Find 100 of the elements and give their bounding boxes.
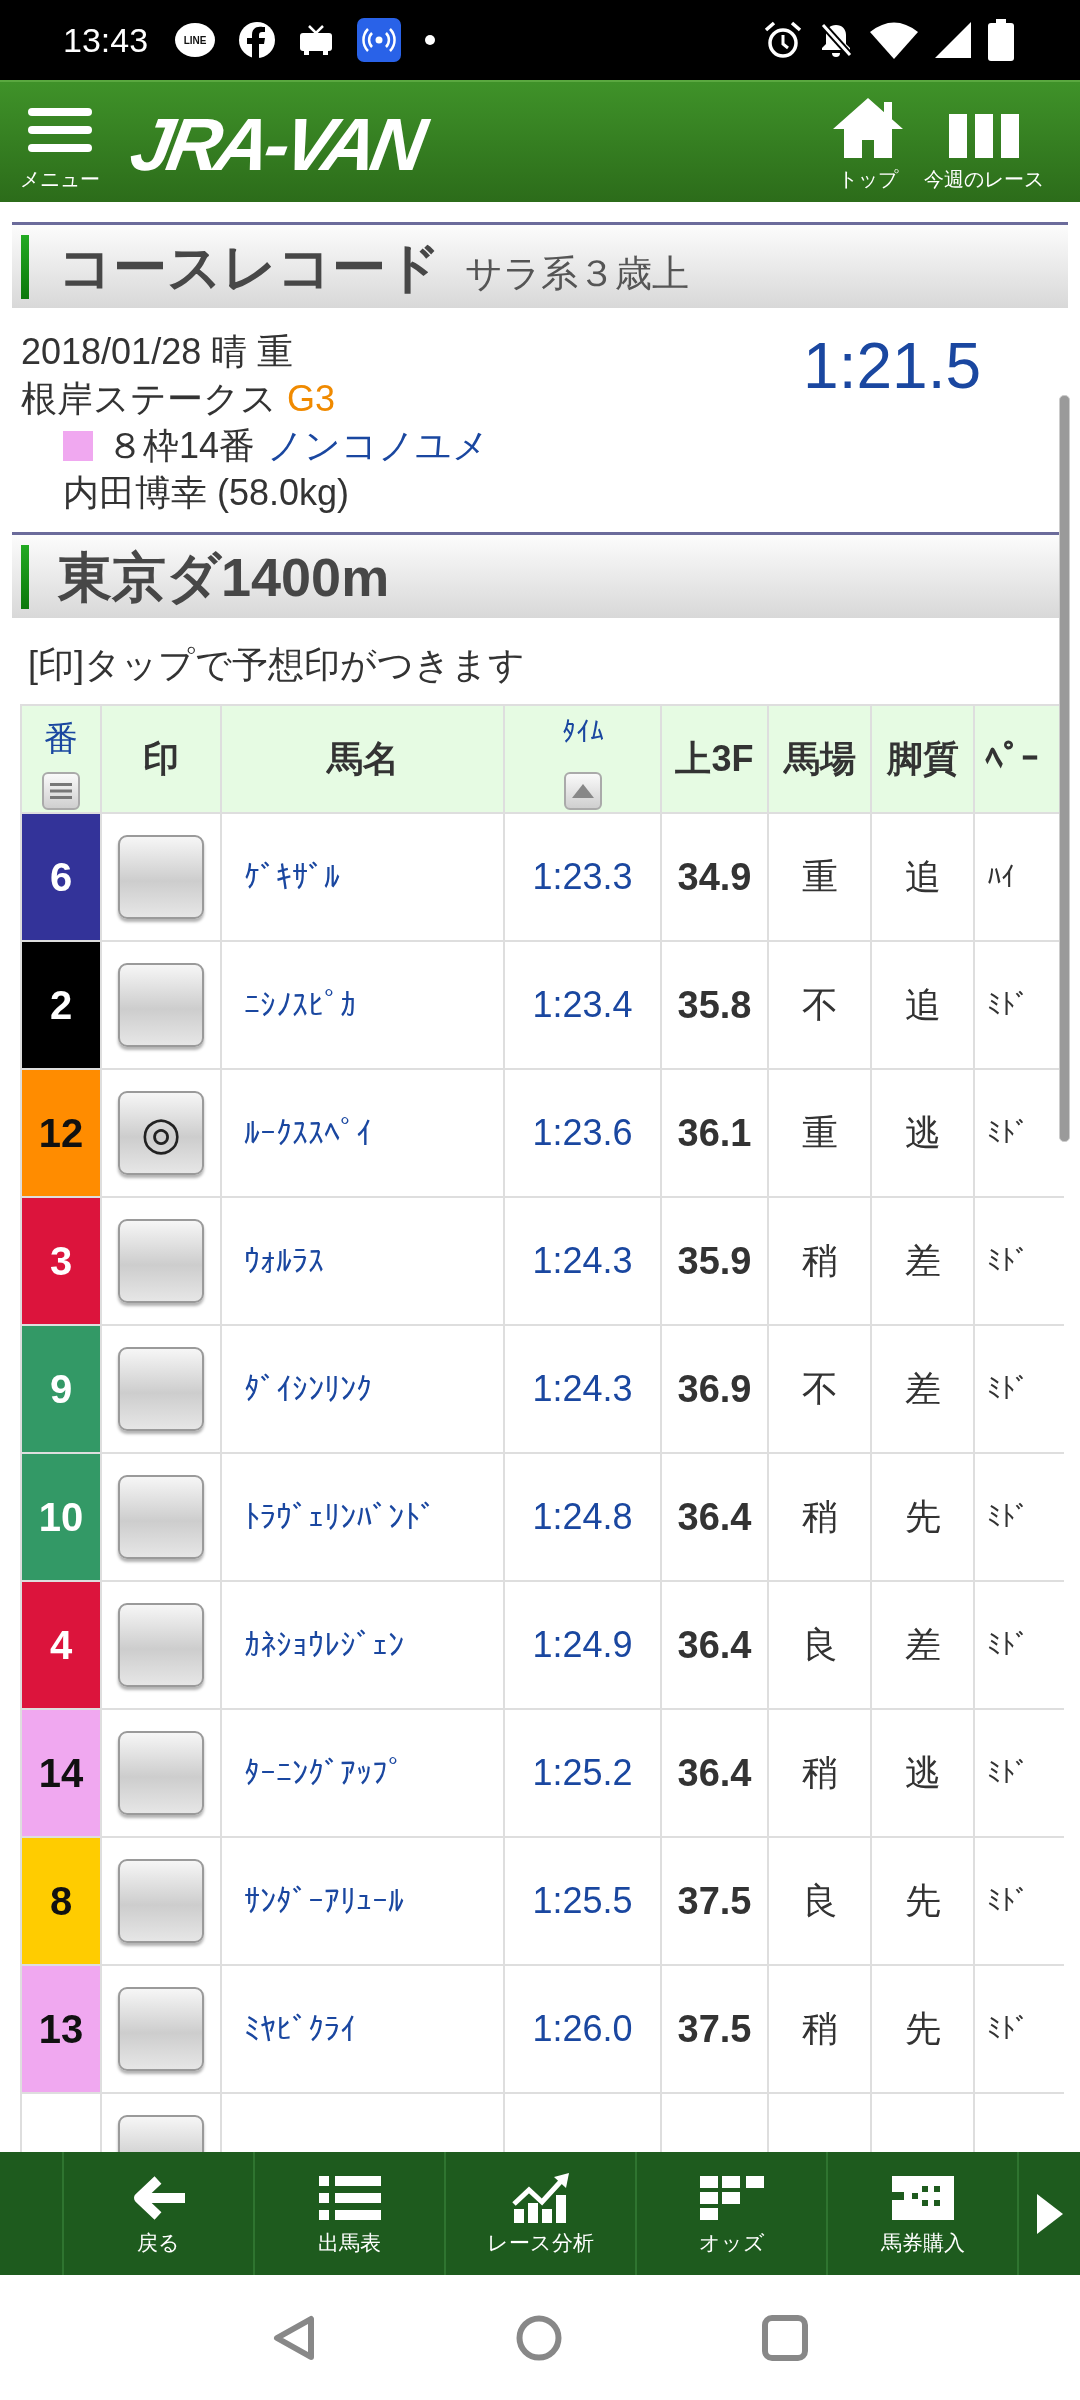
horse-name-link[interactable]: ﾄﾗｳﾞｪﾘﾝﾊﾞﾝﾄﾞ bbox=[244, 1498, 436, 1536]
table-cell: 37.5 bbox=[662, 1838, 769, 1966]
race-name: 根岸ステークス bbox=[21, 377, 277, 421]
horse-number-cell: 10 bbox=[22, 1454, 102, 1582]
race-time-link[interactable]: 1:26.0 bbox=[532, 2008, 633, 2050]
race-time-link[interactable]: 1:24.3 bbox=[532, 1240, 633, 1282]
table-cell: 良 bbox=[769, 1838, 872, 1966]
horse-name-link[interactable]: ｹﾞｷｻﾞﾙ bbox=[244, 858, 340, 896]
race-time-link[interactable]: 1:23.3 bbox=[532, 856, 633, 898]
top-button[interactable]: トップ bbox=[822, 82, 914, 202]
chart-icon bbox=[511, 2172, 570, 2223]
column-header: 馬場 bbox=[783, 737, 856, 781]
column-header: 馬名 bbox=[326, 737, 399, 781]
grade-label: G3 bbox=[287, 377, 336, 421]
race-time-link[interactable]: 1:23.6 bbox=[532, 1112, 633, 1154]
tv-icon bbox=[299, 25, 334, 55]
horse-name-link[interactable]: ｻﾝﾀﾞｰｱﾘｭｰﾙ bbox=[244, 1882, 404, 1920]
table-cell: 稍 bbox=[769, 1454, 872, 1582]
right-triangle-icon bbox=[1036, 2193, 1063, 2234]
column-menu-button[interactable] bbox=[42, 772, 80, 810]
battery-icon bbox=[988, 19, 1014, 61]
mark-button[interactable] bbox=[118, 1731, 204, 1815]
section-subtitle: サラ系３歳上 bbox=[465, 251, 689, 296]
ticket-icon bbox=[891, 2175, 954, 2220]
table-cell: 逃 bbox=[872, 1070, 975, 1198]
column-header: 上3F bbox=[675, 737, 754, 781]
table-cell: 先 bbox=[872, 1454, 975, 1582]
column-header[interactable]: 番 bbox=[44, 716, 78, 760]
horse-name-link[interactable]: ｶﾈｼｮｳﾚｼﾞｪﾝ bbox=[244, 1626, 404, 1664]
table-cell: ﾐﾄﾞ bbox=[975, 1198, 1064, 1326]
table-cell: 先 bbox=[872, 1966, 975, 2094]
horse-name-link[interactable]: ﾀﾞｲｼﾝﾘﾝｸ bbox=[244, 1370, 372, 1408]
table-cell: 稍 bbox=[769, 1198, 872, 1326]
mark-button[interactable] bbox=[118, 1987, 204, 2071]
horse-number-cell: 13 bbox=[22, 1966, 102, 2094]
mark-button[interactable] bbox=[118, 1859, 204, 1943]
table-cell: 逃 bbox=[872, 1710, 975, 1838]
table-cell: ﾐﾄﾞ bbox=[975, 1582, 1064, 1710]
menu-icon bbox=[50, 783, 72, 799]
table-cell: ﾐﾄﾞ bbox=[975, 1454, 1064, 1582]
table-cell: 不 bbox=[769, 1326, 872, 1454]
race-time-link[interactable]: 1:25.5 bbox=[532, 1880, 633, 1922]
hint-text: [印]タップで予想印がつきます bbox=[28, 643, 525, 687]
recents-square-icon[interactable] bbox=[762, 2314, 808, 2361]
mark-button[interactable] bbox=[118, 1219, 204, 1303]
horse-name-link[interactable]: ﾐﾔﾋﾞｸﾗｲ bbox=[244, 2010, 356, 2048]
mark-button[interactable] bbox=[118, 835, 204, 919]
mark-button[interactable]: ◎ bbox=[118, 1091, 204, 1175]
horse-number-cell: 6 bbox=[22, 814, 102, 942]
menu-icon bbox=[28, 108, 92, 152]
table-cell: ﾐﾄﾞ bbox=[975, 1710, 1064, 1838]
table-cell: 追 bbox=[872, 942, 975, 1070]
race-time-link[interactable]: 1:24.8 bbox=[532, 1496, 633, 1538]
mark-button[interactable] bbox=[118, 963, 204, 1047]
home-circle-icon[interactable] bbox=[516, 2314, 562, 2361]
column-header: 印 bbox=[143, 737, 179, 781]
table-cell: 差 bbox=[872, 1198, 975, 1326]
home-icon bbox=[832, 96, 904, 158]
alarm-clock-icon bbox=[764, 21, 802, 59]
table-cell: 36.9 bbox=[662, 1326, 769, 1454]
table-cell: 差 bbox=[872, 1582, 975, 1710]
mark-button[interactable] bbox=[118, 1603, 204, 1687]
race-time-link[interactable]: 1:25.2 bbox=[532, 1752, 633, 1794]
horse-name-link[interactable]: ﾙｰｸｽｽﾍﾟｲ bbox=[244, 1114, 372, 1152]
horse-name-link[interactable]: ﾆｼﾉｽﾋﾟｶ bbox=[244, 986, 356, 1024]
table-cell: ﾐﾄﾞ bbox=[975, 1966, 1064, 2094]
mark-button[interactable] bbox=[118, 1475, 204, 1559]
horse-number-cell: 9 bbox=[22, 1326, 102, 1454]
clock-time: 13:43 bbox=[63, 20, 149, 60]
frame-number: ８枠14番 bbox=[107, 424, 256, 468]
bell-off-icon bbox=[819, 22, 853, 58]
race-time-link[interactable]: 1:24.3 bbox=[532, 1368, 633, 1410]
section-title: 東京ダ1400m bbox=[58, 545, 390, 609]
broadcast-icon bbox=[357, 18, 402, 62]
back-icon[interactable] bbox=[272, 2313, 316, 2362]
menu-button[interactable]: メニュー bbox=[14, 82, 106, 202]
table-cell: 先 bbox=[872, 1838, 975, 1966]
table-cell: 36.1 bbox=[662, 1070, 769, 1198]
race-time-link[interactable]: 1:23.4 bbox=[532, 984, 633, 1026]
horse-number-cell: 3 bbox=[22, 1198, 102, 1326]
accent-bar bbox=[21, 234, 29, 299]
table-cell: 重 bbox=[769, 814, 872, 942]
horse-name-link[interactable]: ｳｫﾙﾗｽ bbox=[244, 1242, 324, 1280]
table-cell: 36.4 bbox=[662, 1582, 769, 1710]
table-cell: 重 bbox=[769, 1070, 872, 1198]
record-time: 1:21.5 bbox=[803, 334, 981, 398]
horse-name-link[interactable]: ﾀｰﾆﾝｸﾞｱｯﾌﾟ bbox=[244, 1754, 404, 1792]
column-header[interactable]: ﾀｲﾑ bbox=[561, 710, 604, 754]
sort-button[interactable] bbox=[563, 772, 602, 810]
horse-name-link[interactable]: ノンコノユメ bbox=[267, 422, 490, 469]
horse-number-cell: 8 bbox=[22, 1838, 102, 1966]
triangle-up-icon bbox=[571, 784, 594, 798]
race-time-link[interactable]: 1:24.9 bbox=[532, 1624, 633, 1666]
week-races-button[interactable]: 今週のレース bbox=[918, 82, 1050, 202]
table-cell: 36.4 bbox=[662, 1710, 769, 1838]
table-cell: 35.9 bbox=[662, 1198, 769, 1326]
table-cell: 34.9 bbox=[662, 814, 769, 942]
mark-button[interactable] bbox=[118, 1347, 204, 1431]
table-cell: ﾐﾄﾞ bbox=[975, 1838, 1064, 1966]
table-cell: 35.8 bbox=[662, 942, 769, 1070]
